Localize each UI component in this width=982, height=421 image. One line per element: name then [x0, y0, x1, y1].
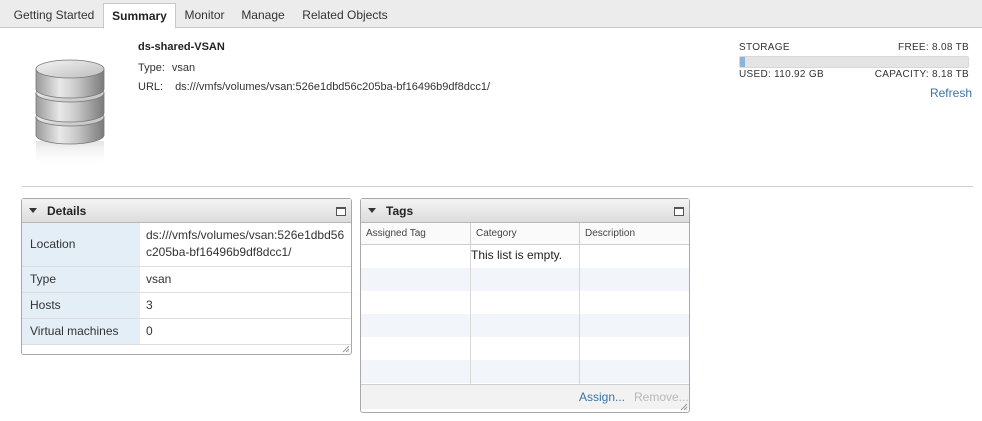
details-row: Virtual machines 0 [22, 318, 351, 345]
collapse-icon[interactable] [29, 208, 37, 213]
tags-list: This list is empty. [361, 245, 689, 384]
type-value: vsan [171, 62, 196, 74]
details-header: Details [22, 199, 351, 223]
resize-grip-icon[interactable] [680, 403, 688, 411]
maximize-icon[interactable] [336, 207, 346, 216]
list-row [361, 314, 689, 337]
column-header-category[interactable]: Category [471, 223, 580, 245]
resize-grip-icon[interactable] [342, 345, 350, 353]
storage-used: USED: 110.92 GB [739, 69, 824, 80]
details-key: Location [22, 223, 140, 267]
maximize-icon[interactable] [674, 207, 684, 216]
database-icon [33, 55, 107, 167]
list-row [361, 337, 689, 360]
storage-summary: STORAGE FREE: 8.08 TB USED: 110.92 GB CA… [739, 42, 969, 81]
list-row [361, 268, 689, 291]
type-row: Type: vsan [138, 62, 195, 74]
collapse-icon[interactable] [368, 208, 376, 213]
storage-label: STORAGE [739, 42, 790, 53]
details-row: Location ds:///vmfs/volumes/vsan:526e1db… [22, 223, 351, 267]
tab-manage[interactable]: Manage [233, 5, 293, 28]
details-key: Virtual machines [22, 318, 140, 345]
tags-portlet: Tags Assigned Tag Category Description T… [360, 198, 690, 413]
storage-usage-fill [740, 57, 745, 67]
storage-capacity: CAPACITY: 8.18 TB [874, 69, 969, 80]
url-label: URL: [138, 81, 164, 93]
column-divider [470, 245, 471, 384]
details-value: 3 [140, 292, 351, 319]
list-row [361, 291, 689, 314]
details-row: Type vsan [22, 266, 351, 293]
list-row [361, 360, 689, 383]
tab-monitor[interactable]: Monitor [176, 5, 233, 28]
column-header-description[interactable]: Description [580, 223, 689, 245]
storage-usage-bar [739, 56, 969, 68]
tab-related-objects[interactable]: Related Objects [293, 5, 397, 28]
tags-header: Tags [361, 199, 689, 223]
type-label: Type: [138, 62, 165, 74]
details-value: ds:///vmfs/volumes/vsan:526e1dbd56c205ba… [140, 223, 351, 267]
details-key: Type [22, 266, 140, 293]
details-value: 0 [140, 318, 351, 345]
section-divider [22, 186, 973, 187]
tab-bar: Getting Started Summary Monitor Manage R… [0, 0, 982, 29]
tags-grid: Assigned Tag Category Description This l… [361, 223, 689, 409]
assign-link[interactable]: Assign... [579, 390, 625, 404]
details-table: Location ds:///vmfs/volumes/vsan:526e1db… [22, 223, 351, 345]
details-row: Hosts 3 [22, 292, 351, 319]
tags-title: Tags [386, 204, 414, 218]
details-value: vsan [140, 266, 351, 293]
tags-footer: Assign... Remove... [361, 384, 689, 409]
column-header-assigned-tag[interactable]: Assigned Tag [361, 223, 471, 245]
details-key: Hosts [22, 292, 140, 319]
empty-list-message: This list is empty. [471, 248, 563, 262]
column-divider [579, 245, 580, 384]
url-row: URL: ds:///vmfs/volumes/vsan:526e1dbd56c2… [138, 81, 490, 93]
remove-link: Remove... [634, 390, 689, 404]
datastore-name: ds-shared-VSAN [138, 41, 225, 53]
tab-summary[interactable]: Summary [103, 3, 176, 29]
tags-column-headers: Assigned Tag Category Description [361, 223, 689, 245]
url-value: ds:///vmfs/volumes/vsan:526e1dbd56c205ba… [175, 81, 490, 93]
details-portlet: Details Location ds:///vmfs/volumes/vsan… [21, 198, 352, 355]
details-title: Details [47, 204, 87, 218]
storage-free: FREE: 8.08 TB [898, 42, 969, 53]
tab-getting-started[interactable]: Getting Started [5, 5, 103, 28]
refresh-link[interactable]: Refresh [930, 86, 972, 100]
